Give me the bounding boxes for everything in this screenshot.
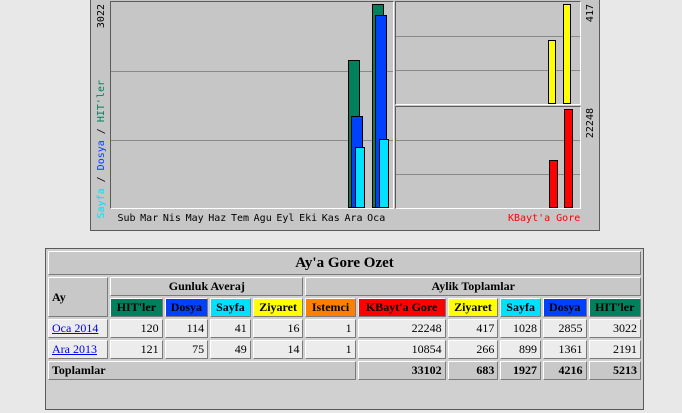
month-label: Tem: [230, 213, 250, 224]
daily-hits-cell: 121: [110, 340, 163, 359]
totals-label: Toplamlar: [48, 361, 356, 380]
col-daily-pages: Sayfa: [210, 298, 251, 317]
monthly-hits-plot: [110, 1, 394, 209]
bar-kbytes: [549, 160, 558, 208]
visits-cell: 266: [447, 340, 499, 359]
total-visits-cell: 683: [447, 361, 499, 380]
daily-visits-cell: 16: [252, 319, 304, 338]
visits-scale-label: 417: [585, 4, 596, 23]
col-daily-files: Dosya: [164, 298, 209, 317]
files-cell: 1361: [542, 340, 587, 359]
legend-sep: /: [96, 170, 107, 189]
legend-hits: HIT'ler: [96, 80, 107, 123]
month-label: Sub: [117, 213, 136, 224]
hits-cell: 2191: [588, 340, 641, 359]
bar-sayfa: [379, 139, 389, 208]
kbytes-cell: 10854: [357, 340, 446, 359]
total-pages-cell: 1927: [500, 361, 541, 380]
legend-sep: /: [96, 122, 107, 141]
table-title: Ay'a Gore Ozet: [48, 251, 641, 275]
monthly-visits-plot: [395, 1, 581, 105]
totals-row: Toplamlar 33102 683 1927 4216 5213: [48, 361, 641, 380]
month-header: Ay: [48, 277, 109, 317]
daily-files-cell: 114: [164, 319, 209, 338]
bar-visits: [563, 4, 571, 104]
monthly-kbytes-plot: [395, 106, 581, 209]
col-visits: Ziyaret: [447, 298, 499, 317]
gridline: [396, 140, 580, 141]
monthly-summary-table: Ay'a Gore Ozet Ay Gunluk Averaj Aylik To…: [45, 248, 644, 410]
col-sites: Istemci: [305, 298, 356, 317]
pages-cell: 899: [500, 340, 541, 359]
daily-files-cell: 75: [164, 340, 209, 359]
col-hits: HIT'ler: [588, 298, 641, 317]
col-files: Dosya: [542, 298, 587, 317]
month-label: Haz: [208, 213, 227, 224]
left-legend: Sayfa / Dosya / HIT'ler: [96, 80, 107, 219]
month-label: Kas: [321, 213, 340, 224]
total-files-cell: 4216: [542, 361, 587, 380]
kbytes-cell: 22248: [357, 319, 446, 338]
bar-kbytes: [564, 109, 573, 208]
bar-sayfa: [355, 147, 365, 208]
legend-sayfa: Sayfa: [96, 188, 107, 219]
total-kbytes-cell: 33102: [357, 361, 446, 380]
kbytes-scale-label: 22248: [585, 108, 596, 139]
sites-cell: 1: [305, 340, 356, 359]
col-kbytes: KBayt'a Gore: [357, 298, 446, 317]
month-label: Mar: [140, 213, 159, 224]
col-pages: Sayfa: [500, 298, 541, 317]
month-label: Oca: [367, 213, 386, 224]
hits-cell: 3022: [588, 319, 641, 338]
month-link[interactable]: Ara 2013: [52, 342, 97, 356]
bar-visits: [548, 40, 556, 104]
files-cell: 2855: [542, 319, 587, 338]
gridline: [396, 36, 580, 37]
table-row: Oca 2014 120 114 41 16 1 22248 417 1028 …: [48, 319, 641, 338]
month-label: Nis: [162, 213, 181, 224]
visits-cell: 417: [447, 319, 499, 338]
daily-visits-cell: 14: [252, 340, 304, 359]
daily-pages-cell: 49: [210, 340, 251, 359]
table-row: Ara 2013 121 75 49 14 1 10854 266 899 13…: [48, 340, 641, 359]
month-label: Ara: [344, 213, 363, 224]
daily-pages-cell: 41: [210, 319, 251, 338]
legend-dosya: Dosya: [96, 140, 107, 171]
col-daily-visits: Ziyaret: [252, 298, 304, 317]
total-hits-cell: 5213: [588, 361, 641, 380]
col-daily-hits: HIT'ler: [110, 298, 163, 317]
sites-cell: 1: [305, 319, 356, 338]
month-label: Agu: [253, 213, 272, 224]
month-label: Eki: [299, 213, 318, 224]
month-link[interactable]: Oca 2014: [52, 321, 98, 335]
left-scale-label: 3022: [96, 4, 107, 29]
daily-average-header: Gunluk Averaj: [110, 277, 304, 296]
kbytes-legend: KBayt'a Gore: [508, 213, 581, 224]
daily-hits-cell: 120: [110, 319, 163, 338]
month-label: Eyl: [276, 213, 295, 224]
pages-cell: 1028: [500, 319, 541, 338]
month-label: May: [185, 213, 204, 224]
usage-chart: 3022 Sayfa / Dosya / HIT'ler Sub Mar Nis Ma…: [90, 0, 600, 231]
monthly-totals-header: Aylik Toplamlar: [305, 277, 641, 296]
